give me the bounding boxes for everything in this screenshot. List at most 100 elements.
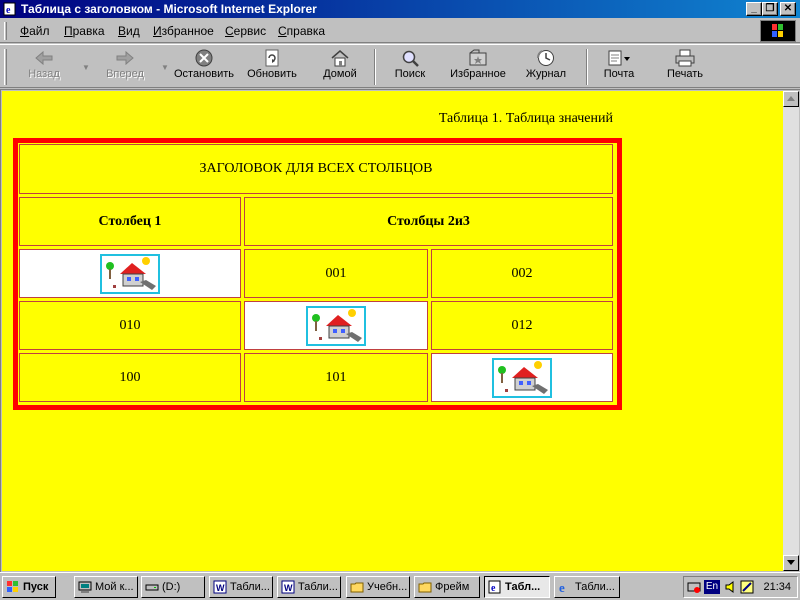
mail-icon (608, 50, 630, 66)
page-content: Таблица 1. Таблица значений ЗАГОЛОВОК ДЛ… (2, 91, 783, 571)
menu-file[interactable]: Файл (20, 24, 50, 38)
stop-button[interactable]: Остановить (172, 47, 236, 87)
menu-bar: Файл Правка Вид Избранное Сервис Справка (0, 19, 800, 43)
menu-tools[interactable]: Сервис (225, 24, 266, 38)
back-label: Назад (28, 68, 60, 80)
svg-text:e: e (6, 5, 11, 16)
window-title: Таблица с заголовком - Microsoft Interne… (21, 2, 317, 16)
menu-favorites[interactable]: Избранное (153, 24, 214, 38)
keyboard-icon[interactable] (687, 580, 701, 594)
toolbar: Назад ▼ Вперед ▼ Остановить Обновить Дом… (0, 44, 800, 88)
table-cell-image (244, 301, 428, 350)
table-cell: 100 (19, 353, 241, 402)
house-image-icon (492, 357, 552, 398)
refresh-icon (265, 49, 279, 67)
menu-grip (4, 22, 7, 40)
ie-icon: e (559, 580, 565, 594)
favorites-label: Избранное (450, 68, 506, 80)
ie-page-icon: e (488, 580, 501, 594)
down-arrow-icon (787, 560, 795, 565)
browser-viewport: Таблица 1. Таблица значений ЗАГОЛОВОК ДЛ… (0, 89, 800, 572)
word-document-icon: W (213, 580, 227, 594)
table-header-col1: Столбец 1 (19, 197, 241, 246)
favorites-button[interactable]: Избранное (446, 47, 510, 87)
table-cell-image (431, 353, 613, 402)
word-document-icon: W (281, 580, 295, 594)
menu-edit[interactable]: Правка (64, 24, 105, 38)
table-cell: 101 (244, 353, 428, 402)
computer-icon (78, 581, 92, 593)
forward-button[interactable]: Вперед (100, 47, 150, 87)
taskbar: Пуск Мой к... (D:) W Табли... W Табли...… (0, 572, 800, 600)
mail-button[interactable]: Почта (598, 47, 640, 87)
task-folder-1[interactable]: Учебн... (346, 576, 410, 598)
forward-dropdown-icon[interactable]: ▼ (161, 63, 169, 72)
search-icon (402, 50, 419, 67)
home-label: Домой (323, 68, 357, 80)
stop-label: Остановить (173, 68, 235, 80)
history-label: Журнал (525, 68, 567, 80)
speaker-icon[interactable] (724, 580, 738, 594)
table-cell: 012 (431, 301, 613, 350)
windows-flag-icon (7, 581, 18, 592)
house-image-icon (100, 253, 160, 294)
mail-label: Почта (603, 68, 635, 80)
forward-label: Вперед (106, 68, 144, 80)
task-ie-active[interactable]: e Табл... (484, 576, 550, 598)
task-drive-d[interactable]: (D:) (141, 576, 205, 598)
task-my-computer[interactable]: Мой к... (74, 576, 138, 598)
refresh-label: Обновить (247, 68, 297, 80)
toolbar-grip (4, 49, 7, 85)
back-dropdown-icon[interactable]: ▼ (82, 63, 90, 72)
up-arrow-icon (787, 96, 795, 101)
house-image-icon (306, 305, 366, 346)
task-ie-2[interactable]: e Табли... (554, 576, 620, 598)
folder-icon (350, 582, 364, 593)
menu-help[interactable]: Справка (278, 24, 325, 38)
menu-view[interactable]: Вид (118, 24, 140, 38)
ie-page-icon: e (3, 2, 16, 16)
folder-icon (418, 582, 432, 593)
toolbar-separator (374, 49, 376, 85)
table-header-col23: Столбцы 2и3 (244, 197, 613, 246)
history-icon (536, 50, 554, 66)
home-icon (331, 50, 349, 67)
vertical-scrollbar[interactable] (783, 91, 799, 571)
minimize-button[interactable]: _ (746, 2, 762, 16)
close-button[interactable]: ✕ (780, 2, 796, 16)
system-tray: En 21:34 (683, 576, 798, 598)
table-cell: 010 (19, 301, 241, 350)
search-button[interactable]: Поиск (388, 47, 432, 87)
home-button[interactable]: Домой (318, 47, 362, 87)
task-word-doc-2[interactable]: W Табли... (277, 576, 341, 598)
toolbar-separator (586, 49, 588, 85)
task-folder-2[interactable]: Фрейм (414, 576, 480, 598)
search-label: Поиск (394, 68, 426, 80)
svg-text:W: W (216, 583, 225, 593)
start-button[interactable]: Пуск (2, 576, 56, 598)
svg-text:e: e (559, 580, 565, 594)
scroll-down-button[interactable] (783, 555, 799, 571)
table-header-all: ЗАГОЛОВОК ДЛЯ ВСЕХ СТОЛБЦОВ (19, 144, 613, 194)
drive-icon (145, 584, 159, 591)
svg-text:W: W (284, 583, 293, 593)
language-indicator[interactable]: En (704, 580, 720, 594)
start-label: Пуск (23, 581, 49, 593)
maximize-button[interactable]: ❐ (762, 2, 778, 16)
print-button[interactable]: Печать (662, 47, 708, 87)
scroll-up-button[interactable] (783, 91, 799, 107)
title-bar: e Таблица с заголовком - Microsoft Inter… (0, 0, 800, 18)
scheduler-icon[interactable] (740, 580, 754, 594)
clock[interactable]: 21:34 (763, 581, 791, 593)
refresh-button[interactable]: Обновить (244, 47, 300, 87)
table-cell: 001 (244, 249, 428, 298)
table-cell: 002 (431, 249, 613, 298)
history-button[interactable]: Журнал (522, 47, 570, 87)
table-caption: Таблица 1. Таблица значений (438, 111, 613, 126)
windows-logo-icon (760, 20, 796, 42)
back-arrow-icon (35, 50, 53, 66)
back-button[interactable]: Назад (22, 47, 66, 87)
table-cell-image (19, 249, 241, 298)
task-word-doc-1[interactable]: W Табли... (209, 576, 273, 598)
print-icon (675, 49, 695, 67)
